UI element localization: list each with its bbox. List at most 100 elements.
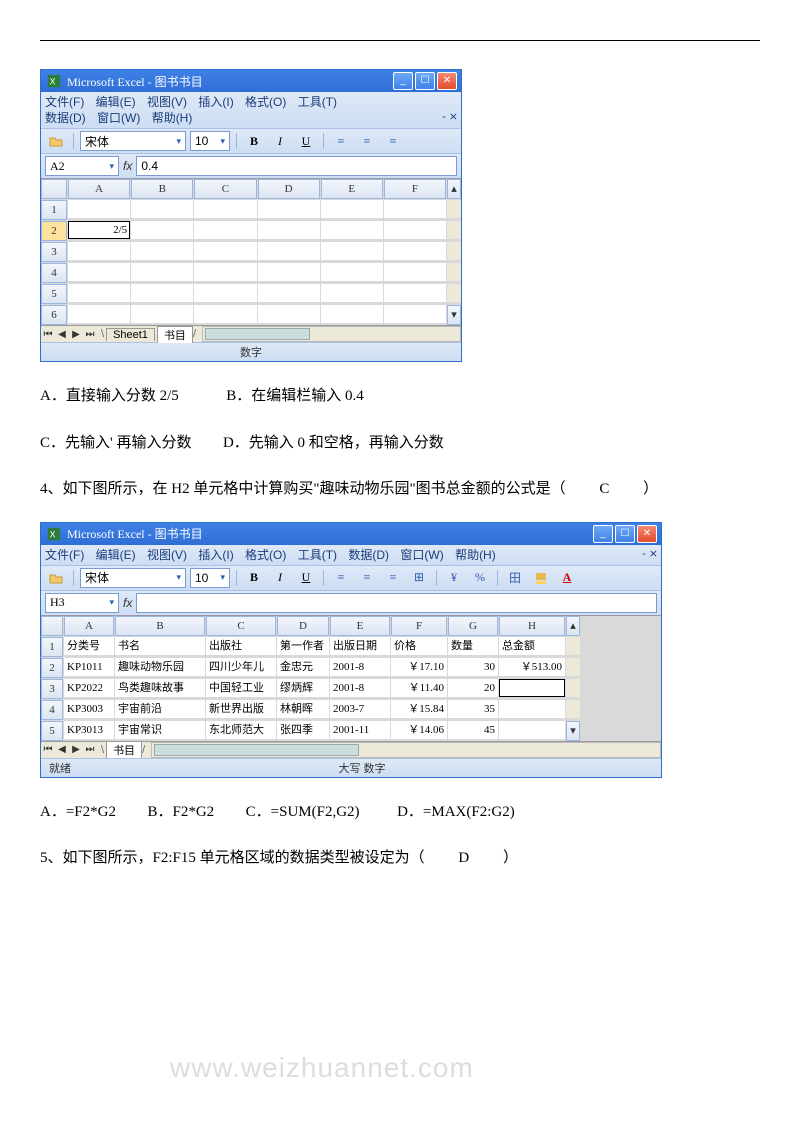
vscroll-track[interactable]	[566, 679, 580, 697]
menu-edit[interactable]: 编辑(E)	[96, 548, 136, 562]
cell[interactable]: 45	[448, 721, 498, 739]
cell[interactable]: ￥11.40	[391, 679, 447, 697]
align-right-icon[interactable]: ≡	[382, 131, 404, 151]
menu-data[interactable]: 数据(D)	[45, 111, 86, 125]
font-size-select[interactable]: 10 ▾	[190, 131, 230, 151]
cell[interactable]	[131, 200, 193, 218]
row-header[interactable]: 5	[41, 721, 63, 741]
close-button[interactable]: ✕	[437, 72, 457, 90]
cell[interactable]: 金忠元	[277, 658, 329, 676]
open-icon[interactable]	[45, 131, 67, 151]
font-name-select[interactable]: 宋体 ▾	[80, 131, 186, 151]
formula-bar[interactable]	[136, 593, 657, 613]
row-header[interactable]: 2	[41, 658, 63, 678]
menu-help[interactable]: 帮助(H)	[152, 111, 193, 125]
fx-icon[interactable]: fx	[123, 159, 132, 173]
cell[interactable]: KP2022	[64, 679, 114, 697]
tab-nav-last[interactable]: ⏭	[83, 744, 97, 755]
cell[interactable]: KP3013	[64, 721, 114, 739]
menu-format[interactable]: 格式(O)	[245, 548, 286, 562]
vscroll-track[interactable]	[447, 242, 461, 260]
tab-nav-prev[interactable]: ◀	[55, 329, 69, 340]
tab-nav-next[interactable]: ▶	[69, 744, 83, 755]
col-header[interactable]: E	[330, 616, 390, 636]
align-center-icon[interactable]: ≡	[356, 568, 378, 588]
cell[interactable]: 20	[448, 679, 498, 697]
vscroll-track[interactable]	[447, 263, 461, 281]
doc-close-button[interactable]: - ⨯	[643, 547, 657, 561]
percent-icon[interactable]: %	[469, 568, 491, 588]
row-header[interactable]: 2	[41, 221, 67, 241]
cell[interactable]	[194, 284, 256, 302]
font-color-icon[interactable]: A	[556, 568, 578, 588]
cell[interactable]	[194, 200, 256, 218]
align-right-icon[interactable]: ≡	[382, 568, 404, 588]
font-name-select[interactable]: 宋体 ▾	[80, 568, 186, 588]
col-header[interactable]: E	[321, 179, 383, 199]
tab-nav-next[interactable]: ▶	[69, 329, 83, 340]
open-icon[interactable]	[45, 568, 67, 588]
select-all-corner[interactable]	[41, 179, 67, 199]
menu-edit[interactable]: 编辑(E)	[96, 95, 136, 109]
cell[interactable]: 四川少年儿	[206, 658, 276, 676]
cell[interactable]	[131, 263, 193, 281]
tab-nav-prev[interactable]: ◀	[55, 744, 69, 755]
row-header[interactable]: 5	[41, 284, 67, 304]
cell[interactable]	[258, 284, 320, 302]
cell[interactable]: 东北师范大	[206, 721, 276, 739]
minimize-button[interactable]: _	[393, 72, 413, 90]
name-box[interactable]: H3 ▾	[45, 593, 119, 613]
menu-window[interactable]: 窗口(W)	[97, 111, 140, 125]
cell[interactable]: 林朝晖	[277, 700, 329, 718]
borders-icon[interactable]: 田	[504, 568, 526, 588]
cell[interactable]: 2001-8	[330, 679, 390, 697]
sheet-tab[interactable]: Sheet1	[106, 328, 155, 341]
menu-tools[interactable]: 工具(T)	[298, 548, 337, 562]
bold-button[interactable]: B	[243, 568, 265, 588]
vscroll-down[interactable]: ▾	[447, 305, 461, 325]
row-header[interactable]: 4	[41, 700, 63, 720]
row-header[interactable]: 1	[41, 637, 63, 657]
cell[interactable]	[258, 242, 320, 260]
fill-color-icon[interactable]	[530, 568, 552, 588]
underline-button[interactable]: U	[295, 131, 317, 151]
cell[interactable]	[499, 700, 565, 718]
cell[interactable]: 35	[448, 700, 498, 718]
vscroll-track[interactable]	[447, 200, 461, 218]
vscroll-up[interactable]: ▴	[566, 616, 580, 636]
menu-file[interactable]: 文件(F)	[45, 95, 84, 109]
col-header[interactable]: C	[206, 616, 276, 636]
cell[interactable]: 宇宙前沿	[115, 700, 205, 718]
bold-button[interactable]: B	[243, 131, 265, 151]
minimize-button[interactable]: _	[593, 525, 613, 543]
cell[interactable]	[131, 221, 193, 239]
cell[interactable]	[321, 305, 383, 323]
col-header[interactable]: C	[194, 179, 256, 199]
menu-data[interactable]: 数据(D)	[348, 548, 389, 562]
cell[interactable]	[194, 242, 256, 260]
cell[interactable]	[321, 221, 383, 239]
cell[interactable]	[68, 263, 130, 281]
col-header[interactable]: D	[277, 616, 329, 636]
cell[interactable]	[321, 242, 383, 260]
col-header[interactable]: H	[499, 616, 565, 636]
cell[interactable]	[384, 200, 446, 218]
align-left-icon[interactable]: ≡	[330, 131, 352, 151]
cell[interactable]	[258, 305, 320, 323]
fx-icon[interactable]: fx	[123, 596, 132, 610]
cell[interactable]	[68, 200, 130, 218]
menu-window[interactable]: 窗口(W)	[400, 548, 443, 562]
cell[interactable]: 2003-7	[330, 700, 390, 718]
col-header[interactable]: B	[131, 179, 193, 199]
hscroll[interactable]	[151, 742, 661, 758]
cell[interactable]: 出版日期	[330, 637, 390, 655]
menu-tools[interactable]: 工具(T)	[298, 95, 337, 109]
select-all-corner[interactable]	[41, 616, 63, 636]
cell[interactable]: 2001-11	[330, 721, 390, 739]
row-header[interactable]: 6	[41, 305, 67, 325]
vscroll-track[interactable]	[447, 221, 461, 239]
vscroll-track[interactable]	[447, 284, 461, 302]
cell-H3[interactable]	[499, 679, 565, 697]
menu-file[interactable]: 文件(F)	[45, 548, 84, 562]
menu-insert[interactable]: 插入(I)	[198, 95, 233, 109]
